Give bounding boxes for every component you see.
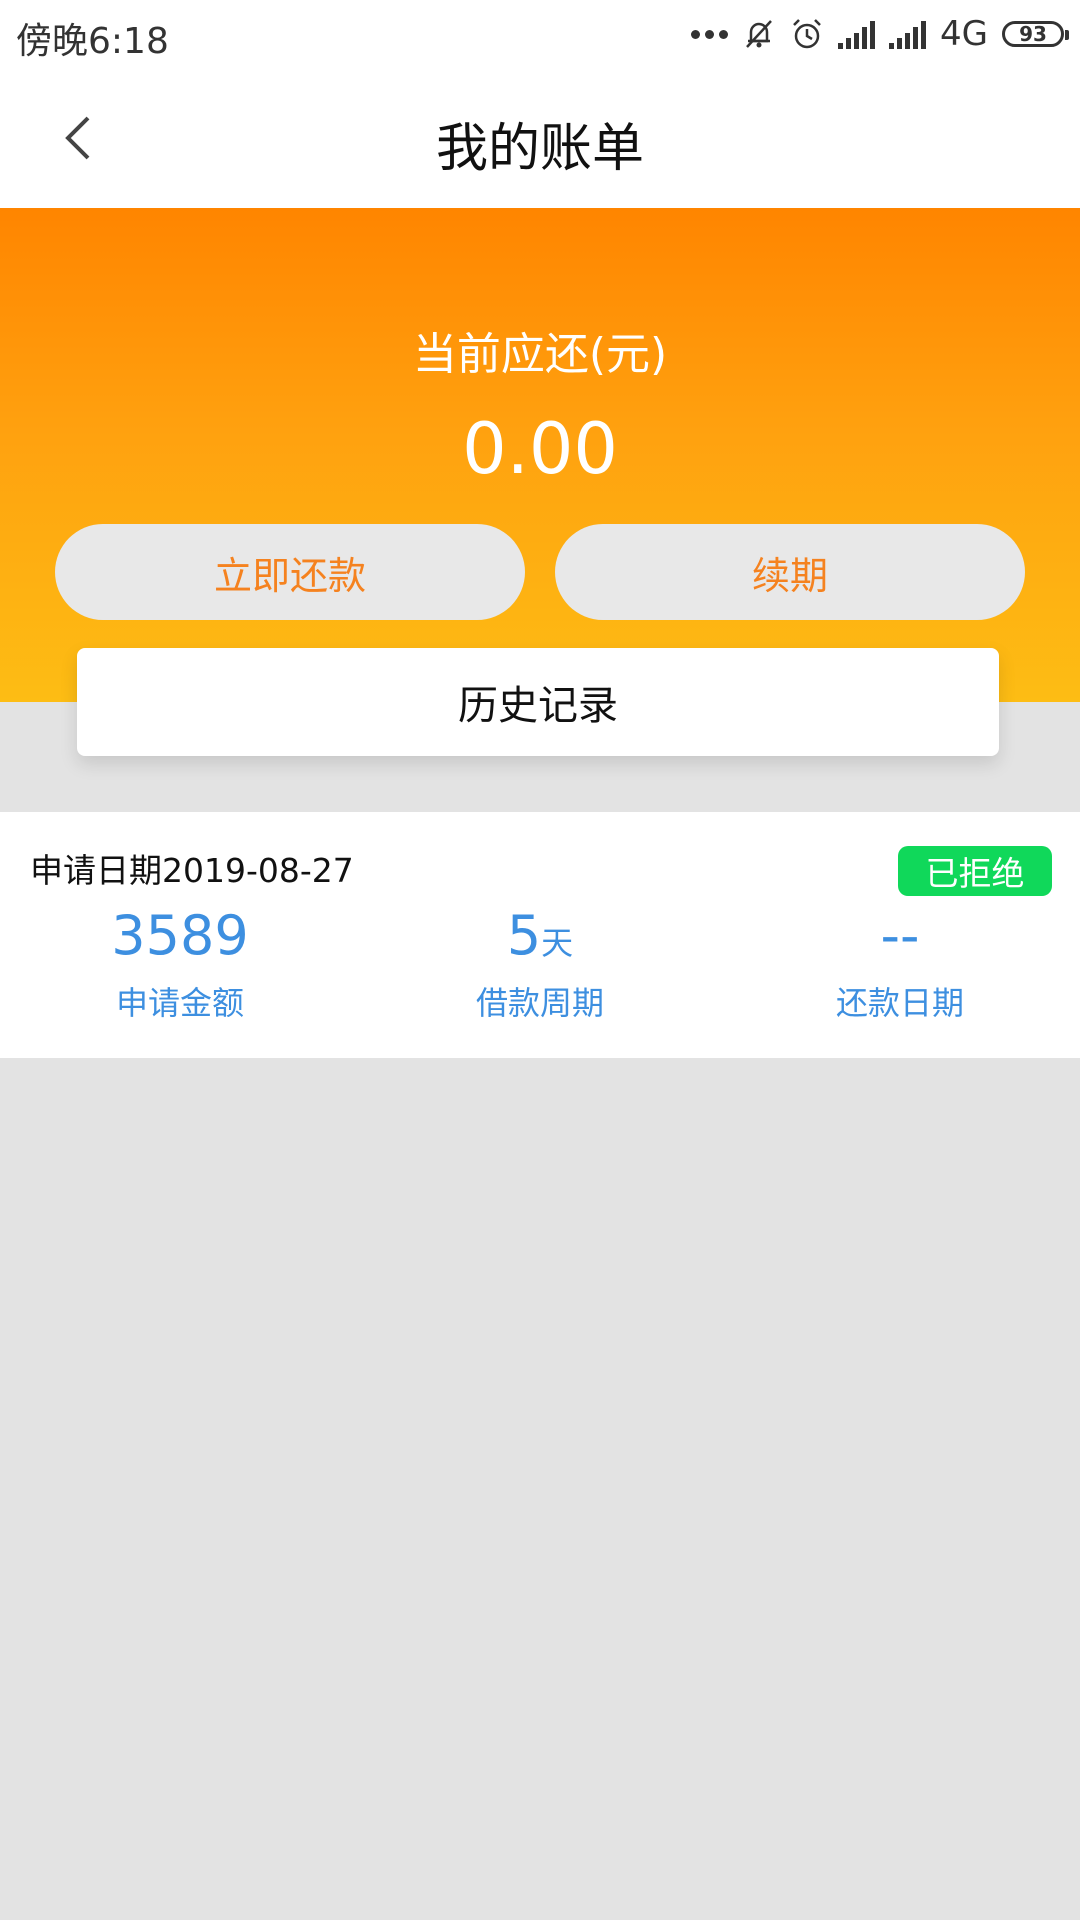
status-time: 傍晚6:18 — [16, 21, 169, 62]
renew-button[interactable]: 续期 — [555, 524, 1025, 620]
signal-icon-1 — [838, 19, 876, 49]
metric-repay-date: -- 还款日期 — [720, 904, 1080, 1024]
battery-level: 93 — [1019, 22, 1047, 46]
repay-date-value: -- — [880, 904, 920, 967]
period-value: 5 — [506, 904, 542, 967]
page-title: 我的账单 — [435, 119, 644, 179]
period-unit: 天 — [541, 924, 574, 962]
metric-amount: 3589 申请金额 — [0, 904, 360, 1024]
signal-icon-2 — [889, 19, 927, 49]
due-amount-value: 0.00 — [462, 408, 618, 490]
amount-value: 3589 — [111, 904, 249, 967]
status-bar: 傍晚6:18 4G 93 — [0, 0, 1080, 68]
mute-bell-icon — [746, 20, 772, 48]
history-button[interactable]: 历史记录 — [77, 648, 999, 756]
alarm-icon — [793, 19, 821, 49]
battery-icon: 93 — [1002, 21, 1069, 47]
summary-banner: 当前应还(元) 0.00 立即还款 续期 — [0, 208, 1080, 702]
period-value-row: 5天 — [360, 904, 720, 968]
network-type: 4G — [940, 14, 988, 54]
navigation-bar: 我的账单 — [0, 68, 1080, 208]
status-icons: 4G 93 — [691, 12, 1069, 56]
repay-now-button[interactable]: 立即还款 — [55, 524, 525, 620]
metric-period: 5天 借款周期 — [360, 904, 720, 1024]
due-amount-label: 当前应还(元) — [412, 329, 668, 380]
repay-date-label: 还款日期 — [835, 984, 964, 1022]
status-badge: 已拒绝 — [898, 846, 1052, 896]
application-date: 申请日期2019-08-27 — [30, 851, 354, 890]
amount-label: 申请金额 — [115, 984, 244, 1022]
period-label: 借款周期 — [475, 984, 604, 1022]
loan-record-card[interactable]: 申请日期2019-08-27 已拒绝 3589 申请金额 5天 借款周期 -- … — [0, 812, 1080, 1058]
more-dots-icon — [691, 29, 729, 39]
